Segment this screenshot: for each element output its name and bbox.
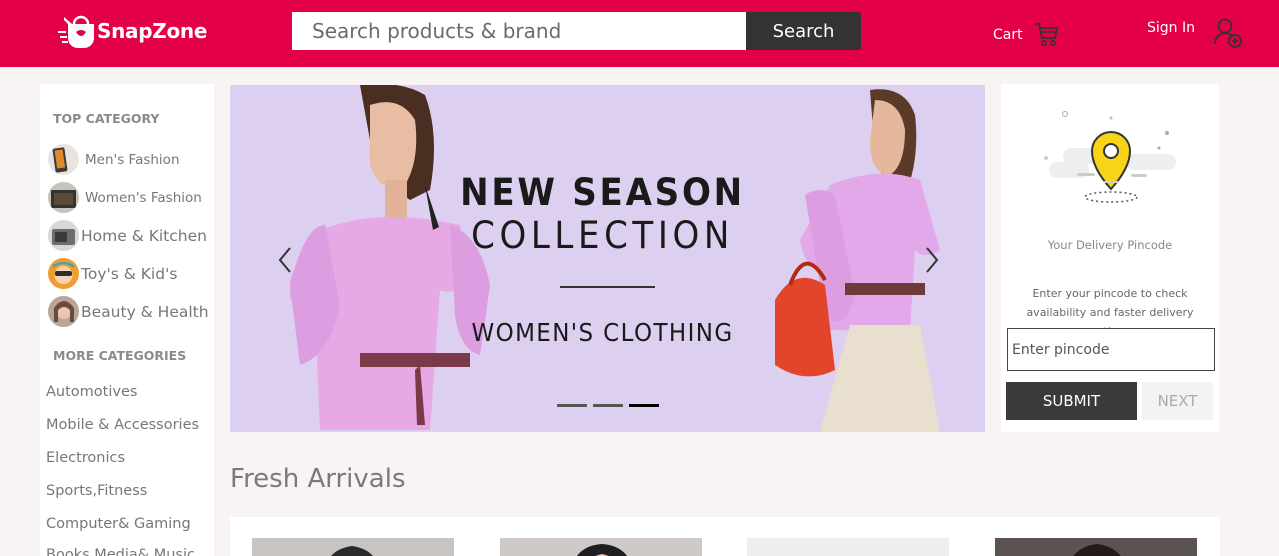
sidebar-item-toys-kids[interactable]: Toy's & Kid's: [48, 258, 177, 289]
shopping-bag-logo-icon: [56, 12, 96, 50]
banner-subheadline: COLLECTION: [471, 214, 734, 257]
banner-headline: NEW SEASON: [460, 171, 745, 214]
toys-kids-thumb: [48, 258, 79, 289]
cart-label: Cart: [993, 27, 1023, 43]
fresh-arrivals-grid: [230, 517, 1220, 556]
sidebar-item-mobile-accessories[interactable]: Mobile & Accessories: [46, 417, 199, 433]
delivery-pincode-card: Your Delivery Pincode Enter your pincode…: [1001, 84, 1219, 432]
banner-next-arrow-icon[interactable]: [919, 245, 943, 275]
top-category-heading: TOP CATEGORY: [53, 111, 160, 126]
cart-link[interactable]: Cart: [993, 18, 1059, 52]
sidebar-item-home-kitchen[interactable]: Home & Kitchen: [48, 220, 207, 251]
sidebar-item-label: Women's Fashion: [85, 189, 202, 206]
hero-banner-carousel[interactable]: NEW SEASON COLLECTION WOMEN'S CLOTHING: [230, 85, 985, 432]
top-header: SnapZone Search Cart Sign In: [0, 0, 1279, 67]
womens-fashion-thumb: [48, 182, 79, 213]
sidebar-item-sports-fitness[interactable]: Sports,Fitness: [46, 483, 147, 499]
pincode-input[interactable]: [1007, 328, 1215, 371]
sidebar-item-automotives[interactable]: Automotives: [46, 384, 137, 400]
sidebar-item-label: Men's Fashion: [85, 151, 180, 168]
sidebar-item-books-media-music[interactable]: Books,Media& Music: [46, 547, 195, 556]
brand-logo[interactable]: SnapZone: [56, 12, 207, 50]
pincode-submit-button[interactable]: SUBMIT: [1006, 382, 1137, 420]
search-button[interactable]: Search: [746, 12, 861, 50]
shopping-cart-icon: [1033, 20, 1059, 52]
sidebar-item-mens-fashion[interactable]: Men's Fashion: [48, 144, 180, 175]
search-input[interactable]: [292, 12, 746, 50]
location-pin-icon: [1044, 111, 1176, 203]
pincode-next-button[interactable]: NEXT: [1142, 382, 1213, 420]
carousel-indicator-3[interactable]: [629, 404, 659, 407]
sidebar-item-label: Toy's & Kid's: [81, 264, 178, 283]
mens-fashion-thumb: [48, 144, 79, 175]
sidebar-item-label: Home & Kitchen: [81, 226, 207, 245]
banner-divider: [560, 286, 655, 288]
brand-name: SnapZone: [97, 19, 208, 43]
product-card-1[interactable]: [252, 538, 454, 556]
sidebar-item-beauty-health[interactable]: Beauty & Health: [48, 296, 209, 327]
add-user-icon: [1213, 16, 1243, 54]
carousel-indicators: [557, 404, 659, 407]
home-kitchen-thumb: [48, 220, 79, 251]
sign-in-label: Sign In: [1147, 20, 1195, 36]
beauty-health-thumb: [48, 296, 79, 327]
banner-prev-arrow-icon[interactable]: [274, 245, 298, 275]
category-sidebar: TOP CATEGORY Men's Fashion Women's Fashi…: [40, 84, 214, 556]
banner-model-left-image: [290, 85, 490, 430]
product-card-2[interactable]: [500, 538, 702, 556]
carousel-indicator-2[interactable]: [593, 404, 623, 407]
product-card-4[interactable]: [995, 538, 1197, 556]
banner-tagline: WOMEN'S CLOTHING: [471, 318, 734, 347]
sidebar-item-electronics[interactable]: Electronics: [46, 450, 125, 466]
sidebar-item-womens-fashion[interactable]: Women's Fashion: [48, 182, 202, 213]
fresh-arrivals-heading: Fresh Arrivals: [230, 464, 406, 494]
carousel-indicator-1[interactable]: [557, 404, 587, 407]
pincode-title: Your Delivery Pincode: [1047, 238, 1173, 252]
more-categories-heading: MORE CATEGORIES: [53, 348, 187, 363]
sidebar-item-computer-gaming[interactable]: Computer& Gaming: [46, 516, 191, 532]
sidebar-item-label: Beauty & Health: [81, 302, 209, 321]
product-card-3[interactable]: [747, 538, 949, 556]
sign-in-link[interactable]: Sign In: [1147, 16, 1243, 54]
